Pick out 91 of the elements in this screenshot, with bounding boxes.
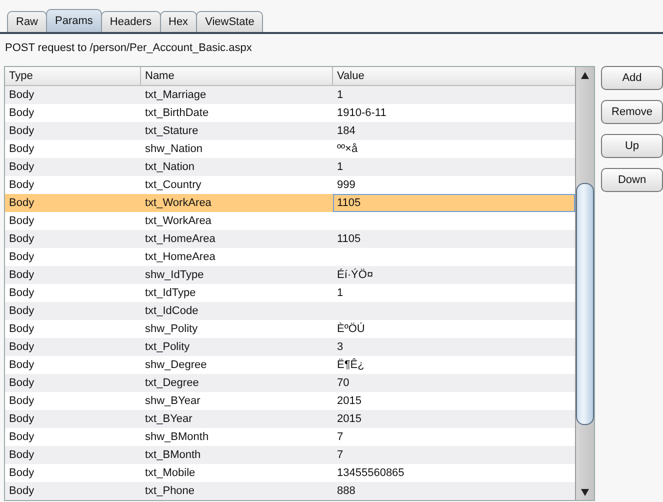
tab[interactable]: Params	[46, 9, 102, 32]
table-cell: shw_Nation	[145, 143, 202, 155]
table-row[interactable]: Body txt_IdCode	[5, 302, 575, 320]
table-cell: Body	[9, 377, 34, 389]
table-cell: Body	[9, 197, 34, 209]
table-row[interactable]: Body txt_Phone 888	[5, 482, 575, 500]
table-row[interactable]: Body txt_WorkArea 1105	[5, 194, 575, 212]
table-cell: Body	[9, 287, 34, 299]
table-cell: 7	[337, 449, 344, 461]
column-header[interactable]: Type	[5, 67, 141, 85]
table-cell: txt_Phone	[145, 485, 195, 497]
request-line: POST request to /person/Per_Account_Basic.aspx	[4, 41, 253, 56]
table-cell: Ë¶Ê¿	[337, 359, 364, 371]
column-header[interactable]: Value	[333, 67, 575, 85]
table-cell: Body	[9, 233, 34, 245]
table-cell: txt_HomeArea	[145, 233, 216, 245]
table-cell: Body	[9, 413, 34, 425]
table-row[interactable]: Body txt_Polity 3	[5, 338, 575, 356]
table-cell: ºº×å	[337, 143, 358, 155]
table-row[interactable]: Body txt_Marriage 1	[5, 86, 575, 104]
table-cell: shw_Degree	[145, 359, 207, 371]
table-cell: 1910-6-11	[337, 107, 386, 119]
table-cell: 70	[337, 377, 350, 389]
table-cell: txt_HomeArea	[145, 251, 216, 263]
table-cell: 1	[337, 161, 344, 173]
table-cell: txt_WorkArea	[145, 215, 212, 227]
table-cell: txt_IdCode	[145, 305, 198, 317]
table-cell: txt_Stature	[145, 125, 198, 137]
table-cell: txt_Polity	[145, 341, 190, 353]
table-cell: txt_BirthDate	[145, 107, 209, 119]
table-cell: 13455560865	[337, 467, 404, 479]
table-cell: shw_IdType	[145, 269, 204, 281]
table-row[interactable]: Body txt_BYear 2015	[5, 410, 575, 428]
table-cell: 2015	[337, 395, 362, 407]
button[interactable]: Add	[601, 66, 663, 90]
button[interactable]: Up	[601, 134, 663, 158]
table-row[interactable]: Body txt_HomeArea 1105	[5, 230, 575, 248]
table-cell: txt_Marriage	[145, 89, 206, 101]
table-cell: Body	[9, 467, 34, 479]
table-cell: 2015	[337, 413, 362, 425]
table-cell: txt_Country	[145, 179, 202, 191]
table-cell: Body	[9, 485, 34, 497]
table-cell: Éí·ÝÖ¤	[337, 269, 374, 281]
table-cell: txt_BYear	[145, 413, 192, 425]
table-cell: 1105	[337, 233, 361, 245]
table-cell: Body	[9, 395, 34, 407]
table-cell: 1	[337, 89, 344, 101]
table-cell: shw_BMonth	[145, 431, 209, 443]
table-cell: Body	[9, 125, 34, 137]
table-cell: Body	[9, 89, 34, 101]
table-cell: Body	[9, 107, 34, 119]
table-cell: ÈºÖÚ	[337, 323, 365, 335]
table-cell: Body	[9, 161, 34, 173]
tab[interactable]: Hex	[160, 11, 198, 32]
table-cell: Body	[9, 269, 34, 281]
table-cell: 999	[337, 179, 356, 191]
table-cell: Body	[9, 143, 34, 155]
table-row[interactable]: Body txt_BMonth 7	[5, 446, 575, 464]
table-cell: txt_BMonth	[145, 449, 201, 461]
table-cell: 888	[337, 485, 356, 497]
table-cell: Body	[9, 323, 34, 335]
button[interactable]: Down	[601, 168, 663, 192]
table-cell: Body	[9, 449, 34, 461]
table-cell: txt_Degree	[145, 377, 199, 389]
table-row[interactable]: Body txt_Degree 70	[5, 374, 575, 392]
table-cell: txt_Nation	[145, 161, 195, 173]
tab[interactable]: Raw	[7, 11, 48, 32]
table-cell: txt_Mobile	[145, 467, 196, 479]
table-cell: Body	[9, 431, 34, 443]
table-row[interactable]: Body txt_Nation 1	[5, 158, 575, 176]
tab[interactable]: Headers	[100, 11, 160, 32]
table-row[interactable]: Body txt_Stature 184	[5, 122, 575, 140]
table-cell: shw_BYear	[145, 395, 200, 407]
tab[interactable]: ViewState	[196, 11, 264, 32]
table-cell: 1105	[337, 197, 361, 209]
column-header[interactable]: Name	[141, 67, 333, 85]
table-cell: 3	[337, 341, 344, 353]
table-cell: Body	[9, 215, 34, 227]
table-cell: Body	[9, 305, 34, 317]
table-cell: txt_IdType	[145, 287, 196, 299]
table-cell: 7	[337, 431, 344, 443]
table-cell: txt_WorkArea	[145, 197, 212, 209]
table-cell: 1	[337, 287, 344, 299]
table-row[interactable]: Body shw_IdType Éí·ÝÖ¤	[5, 266, 575, 284]
table-cell: Body	[9, 341, 34, 353]
table-cell: Body	[9, 251, 34, 263]
table-cell: 184	[337, 125, 356, 137]
table-cell: Body	[9, 359, 34, 371]
table-cell: shw_Polity	[145, 323, 198, 335]
button[interactable]: Remove	[601, 100, 663, 124]
table-cell: Body	[9, 179, 34, 191]
